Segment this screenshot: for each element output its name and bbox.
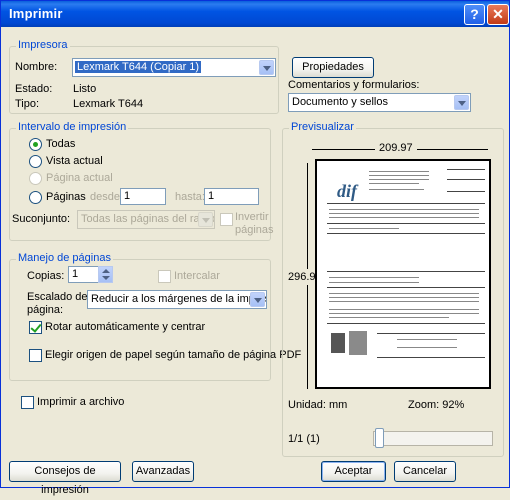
page-scaling-select[interactable]: Reducir a los márgenes de la impresora (87, 290, 267, 309)
collate-checkbox[interactable] (158, 270, 171, 283)
close-icon[interactable]: ✕ (487, 4, 509, 25)
print-to-file-label: Imprimir a archivo (37, 396, 125, 408)
printer-name-value: Lexmark T644 (Copiar 1) (75, 61, 202, 73)
reverse-pages-label-2: páginas (235, 224, 274, 236)
help-icon[interactable]: ? (464, 4, 485, 25)
page-handling-legend: Manejo de páginas (16, 252, 113, 264)
subset-select[interactable]: Todas las páginas del rango (77, 210, 215, 229)
page-slider-track[interactable] (373, 431, 493, 446)
range-current-page-radio[interactable] (29, 172, 42, 185)
scaling-label-2: página: (27, 304, 64, 316)
range-all-label: Todas (46, 138, 76, 150)
range-current-view-radio[interactable] (29, 155, 42, 168)
page-width-label: 209.97 (375, 142, 417, 154)
range-current-view-label: Vista actual (46, 155, 103, 167)
reverse-pages-checkbox[interactable] (220, 213, 233, 226)
paper-source-checkbox[interactable] (29, 349, 42, 362)
reverse-pages-label-1: Invertir (235, 211, 269, 223)
printer-name-label: Nombre: (15, 61, 58, 73)
page-indicator: 1/1 (1) (288, 433, 320, 445)
chevron-down-icon[interactable] (250, 292, 265, 307)
printer-type-value: Lexmark T644 (73, 98, 144, 110)
window-title: Imprimir (9, 6, 63, 21)
range-from-label: desde: (90, 191, 124, 203)
page-scaling-value: Reducir a los márgenes de la impresora (91, 293, 267, 305)
unit-label: Unidad: mm (288, 399, 348, 411)
range-to-input[interactable]: 1 (204, 188, 259, 205)
printer-status-value: Listo (73, 83, 97, 95)
range-all-radio[interactable] (29, 138, 42, 151)
printer-status-label: Estado: (15, 83, 53, 95)
copies-stepper[interactable] (98, 266, 113, 283)
printer-name-select[interactable]: Lexmark T644 (Copiar 1) (72, 58, 276, 77)
range-to-label: hasta: (175, 191, 205, 203)
comments-forms-select[interactable]: Documento y sellos (288, 93, 471, 112)
printer-group: Impresora (9, 39, 279, 114)
preview-legend: Previsualizar (289, 121, 356, 133)
advanced-button[interactable]: Avanzadas (132, 461, 194, 482)
subset-label: Suconjunto: (12, 213, 71, 225)
chevron-down-icon[interactable] (198, 212, 213, 227)
document-logo: dif (337, 181, 357, 201)
ok-button[interactable]: Aceptar (321, 461, 386, 482)
range-pages-label: Páginas (46, 191, 86, 203)
print-to-file-checkbox[interactable] (21, 396, 34, 409)
printer-type-label: Tipo: (15, 98, 40, 110)
properties-button[interactable]: Propiedades (292, 57, 374, 78)
auto-rotate-checkbox[interactable] (29, 321, 42, 334)
subset-value: Todas las páginas del rango (81, 213, 215, 225)
range-from-input[interactable]: 1 (120, 188, 166, 205)
print-dialog: Imprimir ? ✕ Impresora Nombre: Lexmark T… (0, 0, 510, 496)
scaling-label-1: Escalado de (27, 291, 88, 303)
comments-forms-value: Documento y sellos (292, 96, 388, 108)
range-pages-radio[interactable] (29, 191, 42, 204)
cancel-button[interactable]: Cancelar (394, 461, 456, 482)
chevron-down-icon[interactable] (259, 60, 274, 75)
collate-label: Intercalar (174, 270, 220, 282)
auto-rotate-label: Rotar automáticamente y centrar (45, 321, 206, 333)
copies-input[interactable]: 1 (68, 266, 100, 283)
page-slider-thumb[interactable] (375, 428, 384, 448)
print-range-legend: Intervalo de impresión (16, 121, 129, 133)
zoom-label: Zoom: 92% (408, 399, 465, 411)
print-tips-button[interactable]: Consejos de impresión (9, 461, 121, 496)
page-preview: dif (315, 159, 491, 389)
copies-label: Copias: (27, 270, 65, 282)
comments-forms-label: Comentarios y formularios: (288, 79, 420, 91)
title-bar[interactable]: Imprimir ? ✕ (1, 1, 509, 27)
chevron-down-icon[interactable] (454, 95, 469, 110)
range-current-page-label: Página actual (46, 172, 113, 184)
printer-legend: Impresora (16, 39, 70, 51)
paper-source-label: Elegir origen de papel según tamaño de p… (45, 349, 302, 361)
